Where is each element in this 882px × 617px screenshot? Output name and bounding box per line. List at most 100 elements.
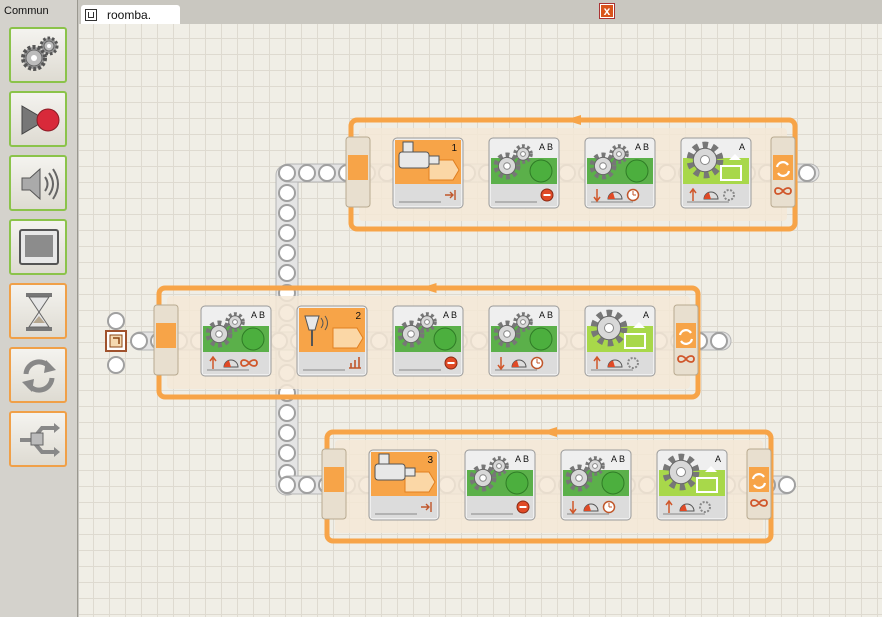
beam-hole <box>710 332 728 350</box>
palette-display-block[interactable] <box>9 219 67 275</box>
block-palette: Commun <box>0 0 78 617</box>
switch-icon <box>20 423 60 457</box>
loop-icon <box>22 359 56 393</box>
beam-hole <box>107 312 125 330</box>
gear-hub <box>496 463 502 469</box>
gear-hub <box>503 330 511 338</box>
gear-hub <box>592 463 598 469</box>
beam-hole <box>278 264 296 282</box>
direction-circle <box>505 471 529 495</box>
palette-switch-block[interactable] <box>9 411 67 467</box>
port-label: A B <box>539 142 553 152</box>
motor-block-ab[interactable]: A B <box>488 137 560 209</box>
motor-block-a[interactable]: A <box>584 305 656 377</box>
motor-block-a[interactable]: A <box>680 137 752 209</box>
gear-hub <box>575 474 583 482</box>
direction-circle <box>601 471 625 495</box>
loop-arrow-icon <box>565 115 581 125</box>
stop-bar <box>543 194 551 196</box>
sound-sensor-block[interactable]: 2 <box>296 305 368 377</box>
stop-bar <box>447 362 455 364</box>
palette-wait-block[interactable] <box>9 283 67 339</box>
gear-hub <box>700 155 710 165</box>
motor-block-a[interactable]: A <box>656 449 728 521</box>
sensor-body <box>398 151 430 169</box>
tab-roomba[interactable]: roomba. <box>81 5 180 24</box>
sensor-top <box>402 141 414 153</box>
sensor-button <box>404 467 416 477</box>
motor-block-ab[interactable]: A B <box>488 305 560 377</box>
port-label: A B <box>635 142 649 152</box>
palette-title: Commun <box>4 5 49 17</box>
hourglass-icon <box>26 293 52 331</box>
palette-loop-block[interactable] <box>9 347 67 403</box>
direction-circle <box>529 159 553 183</box>
touch-sensor-block[interactable]: 1 <box>392 137 464 209</box>
port-label: A B <box>539 310 553 320</box>
sensor-top <box>378 453 390 465</box>
gear-hub <box>520 319 526 325</box>
beam-hole <box>130 332 148 350</box>
time-icon <box>626 188 640 202</box>
port-label: A B <box>611 454 625 464</box>
program-flow: 1 A B A B A A B 2 A B A B A 3 A B A B A <box>105 115 820 544</box>
loop-start-band <box>348 155 368 180</box>
beam-hole <box>278 444 296 462</box>
display-icon <box>19 229 59 265</box>
loop-start-band <box>156 323 176 348</box>
port-label: A <box>643 310 649 320</box>
tab-label: roomba. <box>107 8 152 22</box>
palette-move-block[interactable] <box>9 27 67 83</box>
gear-hub <box>604 323 614 333</box>
direction-circle <box>625 159 649 183</box>
direction-circle <box>529 327 553 351</box>
beam-hole <box>278 164 296 182</box>
close-tab-button[interactable]: x <box>599 3 615 19</box>
motor-block-ab[interactable]: A B <box>464 449 536 521</box>
port-label: A B <box>443 310 457 320</box>
motor-block-ab[interactable]: A B <box>584 137 656 209</box>
sensor-port-label: 3 <box>427 455 433 466</box>
stop-icon <box>516 500 530 514</box>
tab-bar: roomba. x <box>79 0 882 24</box>
gear-hub <box>232 319 238 325</box>
work-area[interactable]: 1 A B A B A A B 2 A B A B A 3 A B A B A <box>79 24 882 617</box>
beam-hole <box>298 164 316 182</box>
gear-hub <box>407 330 415 338</box>
gear-hub <box>676 467 686 477</box>
motor-block-ab[interactable]: A B <box>560 449 632 521</box>
data-plug <box>332 327 364 349</box>
motor-block-ab[interactable]: A B <box>392 305 464 377</box>
gear-hub <box>215 330 223 338</box>
record-icon <box>21 105 60 135</box>
beam-hole <box>298 476 316 494</box>
sensor-port-label: 1 <box>451 143 457 154</box>
palette-sound-block[interactable] <box>9 155 67 211</box>
program-start[interactable] <box>105 312 127 374</box>
stop-icon <box>444 356 458 370</box>
gear-hub <box>479 474 487 482</box>
beam-hole <box>278 404 296 422</box>
beam-hole <box>798 164 816 182</box>
gear-hub <box>503 162 511 170</box>
program-editor: roomba. x 1 A B A B A A B 2 A B A B A 3 A B A B A <box>79 0 882 617</box>
gears-icon <box>21 36 59 71</box>
beam-hole <box>278 476 296 494</box>
beam-hole <box>278 244 296 262</box>
start-inner <box>109 334 123 348</box>
gear-hub <box>599 162 607 170</box>
motor-block-ab[interactable]: A B <box>200 305 272 377</box>
gear-hub <box>424 319 430 325</box>
beam-hole <box>107 356 125 374</box>
port-label: A <box>739 142 745 152</box>
time-icon <box>530 356 544 370</box>
direction-circle <box>433 327 457 351</box>
beam-hole <box>278 224 296 242</box>
program-icon <box>85 9 97 21</box>
port-label: A B <box>515 454 529 464</box>
palette-record-play-block[interactable] <box>9 91 67 147</box>
touch-sensor-block[interactable]: 3 <box>368 449 440 521</box>
sensor-body <box>374 463 406 481</box>
beam-hole <box>778 476 796 494</box>
stop-icon <box>540 188 554 202</box>
